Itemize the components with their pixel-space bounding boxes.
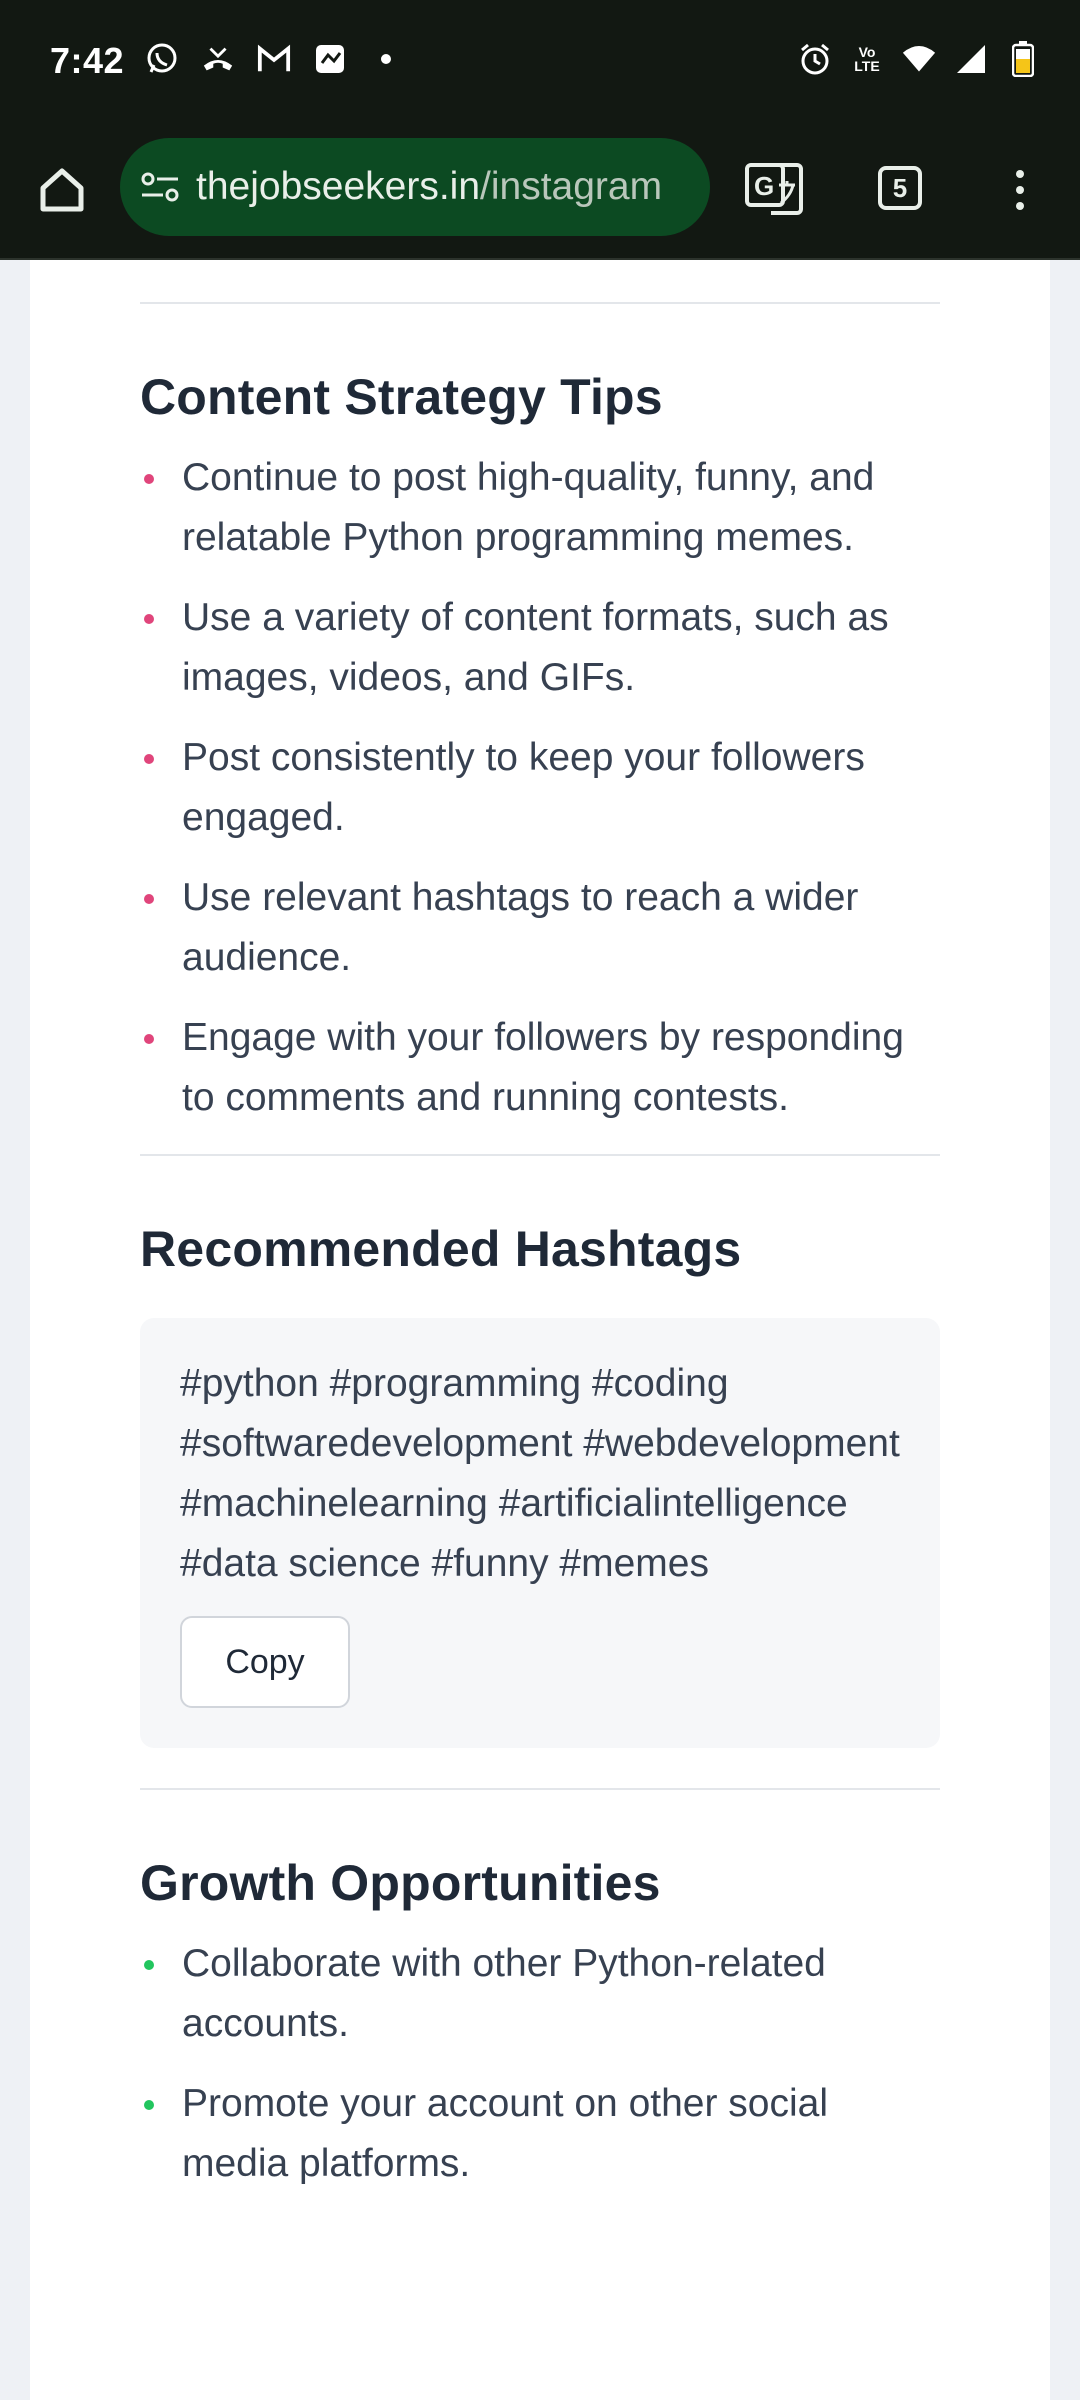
bullet-icon [144,614,154,624]
alarm-icon [798,42,832,76]
url-domain: thejobseekers.in [196,165,481,208]
list-item: Use a variety of content formats, such a… [140,588,940,708]
list-item-text: Engage with your followers by responding… [182,1016,904,1119]
list-item: Continue to post high-quality, funny, an… [140,448,940,568]
list-item: Engage with your followers by responding… [140,1008,940,1128]
list-item-text: Use relevant hashtags to reach a wider a… [182,876,859,979]
volte-icon: Vo LTE [850,45,884,73]
translate-icon: G [745,163,803,215]
dot-icon [369,42,403,76]
url-path: /instagram [480,165,663,208]
address-bar[interactable]: thejobseekers.in/instagram [120,138,710,236]
translate-button[interactable]: G [742,158,806,222]
menu-dot-icon [1016,186,1024,194]
svg-text:G: G [754,171,774,201]
bullet-icon [144,474,154,484]
wifi-icon [902,42,936,76]
volte-label-bottom: LTE [854,58,880,74]
url-text[interactable]: thejobseekers.in/instagram [196,165,662,209]
bullet-icon [144,2100,154,2110]
tab-count: 5 [878,166,922,210]
growth-list: Collaborate with other Python-related ac… [140,1934,940,2194]
list-item: Collaborate with other Python-related ac… [140,1934,940,2054]
copy-button[interactable]: Copy [180,1616,350,1708]
tab-switcher-button[interactable]: 5 [872,160,928,216]
volte-label-top: Vo [858,44,876,60]
section-title-growth: Growth Opportunities [140,1855,661,1911]
report-content: Content Strategy Tips Continue to post h… [140,260,940,2214]
list-item-text: Promote your account on other social med… [182,2082,829,2185]
hashtags-box: #python #programming #coding #softwarede… [140,1318,940,1748]
list-item-text: Collaborate with other Python-related ac… [182,1942,826,2045]
content-strategy-list: Continue to post high-quality, funny, an… [140,448,940,1128]
list-item: Post consistently to keep your followers… [140,728,940,848]
battery-icon [1006,41,1040,77]
bullet-icon [144,754,154,764]
report-card: Content Strategy Tips Continue to post h… [30,260,1050,2400]
section-divider [140,1154,940,1156]
list-item: Promote your account on other social med… [140,2074,940,2194]
missed-call-icon [201,42,235,76]
photos-icon [313,42,347,76]
list-item-text: Use a variety of content formats, such a… [182,596,889,699]
list-item-text: Continue to post high-quality, funny, an… [182,456,875,559]
more-options-button[interactable] [1000,160,1040,220]
bullet-icon [144,1034,154,1044]
section-divider [140,1788,940,1790]
browser-toolbar: thejobseekers.in/instagram G 5 [0,128,1080,260]
notification-icons [145,42,403,76]
section-divider [140,302,940,304]
system-icons: Vo LTE [798,41,1040,77]
menu-dot-icon [1016,170,1024,178]
signal-icon [954,42,988,76]
menu-dot-icon [1016,202,1024,210]
list-item: Use relevant hashtags to reach a wider a… [140,868,940,988]
gmail-icon [257,42,291,76]
section-title-content-strategy: Content Strategy Tips [140,369,663,425]
list-item-text: Post consistently to keep your followers… [182,736,865,839]
bullet-icon [144,894,154,904]
bullet-icon [144,1960,154,1970]
home-button[interactable] [30,158,94,222]
home-icon [40,168,84,212]
whatsapp-icon [145,42,179,76]
hashtags-text: #python #programming #coding #softwarede… [180,1362,900,1585]
status-bar: 7:42 Vo LTE [0,0,1080,128]
site-settings-icon[interactable] [138,165,182,209]
status-time: 7:42 [50,40,125,81]
section-title-hashtags: Recommended Hashtags [140,1221,742,1277]
